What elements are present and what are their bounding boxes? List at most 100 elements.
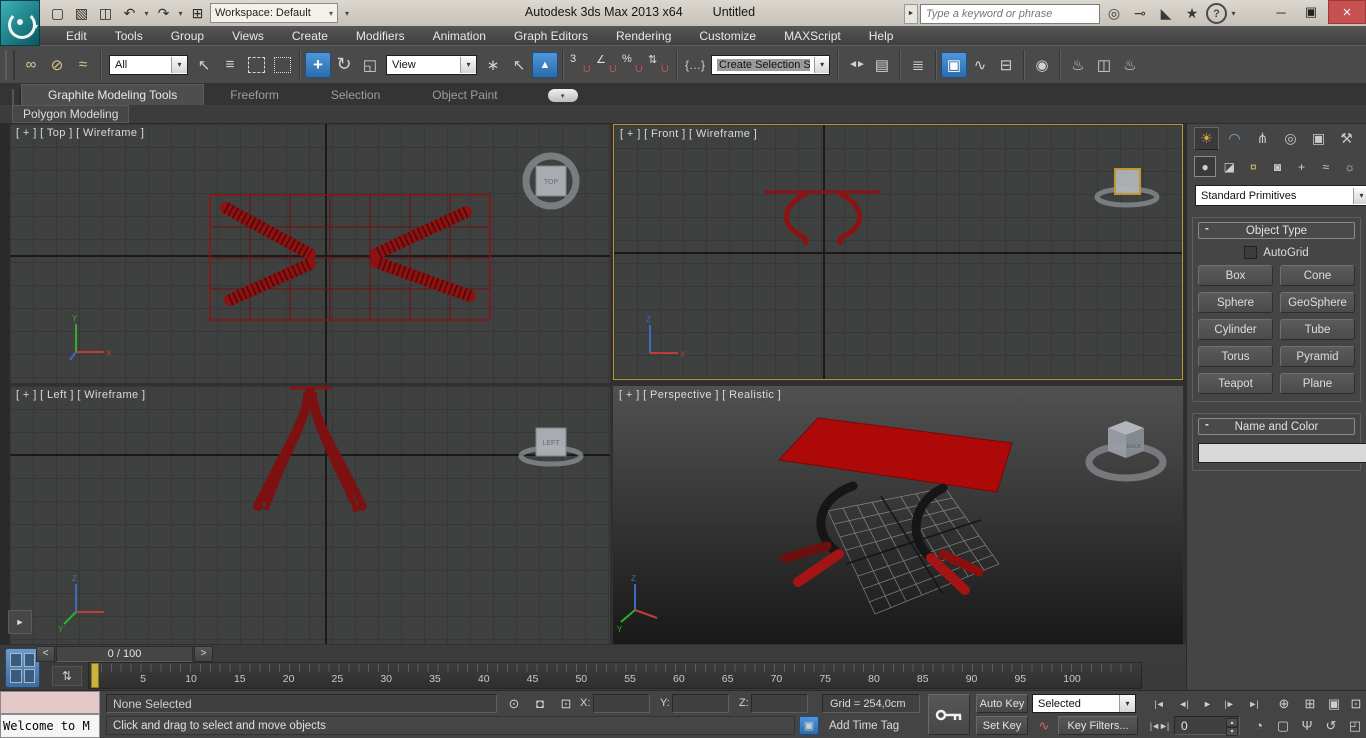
time-slider-marker[interactable]	[91, 663, 99, 688]
selection-filter-dropdown[interactable]: All ▾	[109, 54, 188, 75]
name-and-color-rollout-header[interactable]: - Name and Color	[1198, 418, 1355, 435]
menu-create[interactable]: Create	[278, 29, 342, 43]
viewcube-back-face[interactable]: BACK	[1127, 444, 1142, 450]
lights-category-icon[interactable]: ¤	[1242, 156, 1264, 177]
viewport-front[interactable]: [ + ] [ Front ] [ Wireframe ] ZX	[613, 124, 1183, 380]
utilities-tab-icon[interactable]: ⚒	[1334, 127, 1359, 150]
time-configuration-icon[interactable]: ◔	[1248, 716, 1270, 735]
maximize-viewport-toggle-icon[interactable]: ◰	[1344, 716, 1366, 735]
new-file-icon[interactable]: ▢	[46, 3, 69, 24]
ribbon-drag-handle[interactable]	[12, 89, 21, 105]
plane-button[interactable]: Plane	[1280, 373, 1355, 394]
open-mini-curve-editor-icon[interactable]: ⇅	[52, 666, 82, 686]
percent-snap-toggle-icon[interactable]: % ∩	[620, 52, 646, 78]
field-of-view-icon[interactable]: ▢	[1272, 716, 1294, 735]
snap-toggle-3d-icon[interactable]: 3 ∩	[568, 52, 594, 78]
favorites-star-icon[interactable]: ★	[1180, 4, 1204, 24]
zoom-extents-all-icon[interactable]: ⊡	[1346, 694, 1366, 713]
current-frame-field[interactable]: 0 ▴ ▾	[1174, 716, 1240, 736]
viewport-top[interactable]: [ + ] [ Top ] [ Wireframe ] TOP Y X	[10, 124, 610, 383]
menu-modifiers[interactable]: Modifiers	[342, 29, 419, 43]
layer-manager-icon[interactable]: ≣	[905, 52, 931, 78]
mirror-icon[interactable]: ◄►	[843, 52, 869, 78]
modify-tab-icon[interactable]: ◠	[1222, 127, 1247, 150]
cone-button[interactable]: Cone	[1280, 265, 1355, 286]
minimize-button[interactable]: ─	[1266, 0, 1296, 24]
auto-key-button[interactable]: Auto Key	[976, 694, 1028, 713]
create-tab-icon[interactable]: ☀	[1194, 127, 1219, 150]
help-dropdown-icon[interactable]: ▾	[1229, 3, 1238, 24]
keyboard-override-toggle-button[interactable]: ▲	[532, 51, 558, 78]
redo-dropdown-icon[interactable]: ▾	[176, 3, 185, 24]
select-and-link-icon[interactable]: ∞	[18, 52, 44, 78]
tab-selection[interactable]: Selection	[305, 85, 406, 105]
communication-center-icon[interactable]: ◣	[1154, 4, 1178, 24]
next-frame-button[interactable]: |►	[1218, 694, 1240, 713]
use-pivot-center-icon[interactable]: ∗	[480, 52, 506, 78]
open-file-icon[interactable]: ▧	[70, 3, 93, 24]
viewport-perspective[interactable]: [ + ] [ Perspective ] [ Realistic ] BACK…	[613, 386, 1183, 644]
ribbon-minimize-icon[interactable]: ▾	[547, 89, 578, 102]
primitive-category-dropdown[interactable]: Standard Primitives ▾	[1195, 185, 1366, 206]
torus-button[interactable]: Torus	[1198, 346, 1273, 367]
spinner-snap-toggle-icon[interactable]: ⇅ ∩	[646, 52, 672, 78]
named-selection-set-dropdown[interactable]: Create Selection Se ▾	[711, 54, 830, 75]
viewport-label[interactable]: [ + ] [ Front ] [ Wireframe ]	[620, 128, 757, 140]
maxscript-mini-listener-macro-line[interactable]	[0, 691, 100, 714]
workspace-flyout-icon[interactable]: ▾	[339, 3, 355, 24]
menu-animation[interactable]: Animation	[419, 29, 500, 43]
help-icon[interactable]: ?	[1206, 3, 1227, 24]
infocenter-collapse-icon[interactable]: ►	[904, 3, 918, 24]
helpers-category-icon[interactable]: +	[1291, 156, 1313, 177]
selection-status-field[interactable]: None Selected	[106, 694, 497, 713]
object-name-input[interactable]	[1198, 443, 1366, 463]
spinner-up-icon[interactable]: ▴	[1226, 718, 1238, 727]
align-icon[interactable]: ▤	[869, 52, 895, 78]
systems-category-icon[interactable]: ☼	[1339, 156, 1361, 177]
set-keys-button[interactable]	[928, 694, 970, 735]
teapot-button[interactable]: Teapot	[1198, 373, 1273, 394]
key-filters-button[interactable]: Key Filters...	[1058, 716, 1138, 735]
select-and-rotate-icon[interactable]: ↻	[331, 52, 357, 78]
key-mode-dropdown[interactable]: Selected ▾	[1032, 694, 1136, 713]
selection-lock-icon[interactable]: ◘	[529, 694, 551, 713]
workspace-dropdown[interactable]: Workspace: Default ▾	[210, 3, 338, 23]
bind-to-space-warp-icon[interactable]: ≈	[70, 52, 96, 78]
set-key-button[interactable]: Set Key	[976, 716, 1028, 735]
toolbar-drag-handle[interactable]	[5, 49, 15, 80]
select-and-move-button[interactable]: +	[305, 51, 331, 78]
menu-help[interactable]: Help	[855, 29, 908, 43]
key-step-toggle-icon[interactable]: |◄►|	[1148, 716, 1170, 735]
select-object-icon[interactable]: ↖	[191, 52, 217, 78]
hierarchy-tab-icon[interactable]: ⋔	[1250, 127, 1275, 150]
close-button[interactable]: ×	[1328, 0, 1366, 24]
viewport-layout-button[interactable]	[5, 648, 40, 688]
geosphere-button[interactable]: GeoSphere	[1280, 292, 1355, 313]
menu-views[interactable]: Views	[218, 29, 278, 43]
z-coordinate-field[interactable]	[751, 694, 808, 713]
menu-edit[interactable]: Edit	[52, 29, 101, 43]
x-coordinate-field[interactable]	[593, 694, 650, 713]
curve-editor-icon[interactable]: ∿	[967, 52, 993, 78]
box-button[interactable]: Box	[1198, 265, 1273, 286]
render-production-icon[interactable]: ♨	[1117, 52, 1143, 78]
spinner-down-icon[interactable]: ▾	[1226, 727, 1238, 736]
orbit-icon[interactable]: ↺	[1320, 716, 1342, 735]
display-tab-icon[interactable]: ▣	[1306, 127, 1331, 150]
autogrid-checkbox[interactable]	[1244, 246, 1258, 259]
previous-frame-step-icon[interactable]: <	[36, 645, 55, 662]
zoom-extents-icon[interactable]: ▣	[1324, 694, 1344, 713]
menu-graph-editors[interactable]: Graph Editors	[500, 29, 602, 43]
y-coordinate-field[interactable]	[672, 694, 729, 713]
edit-named-selection-sets-icon[interactable]: {…}	[682, 52, 708, 78]
search-icon[interactable]: ◎	[1102, 4, 1126, 24]
subscription-key-icon[interactable]: ⊸	[1128, 4, 1152, 24]
menu-rendering[interactable]: Rendering	[602, 29, 685, 43]
play-button[interactable]: ►	[1196, 694, 1218, 713]
toggle-scene-explorer-button[interactable]: ▣	[941, 51, 967, 78]
project-folder-icon[interactable]: ⊞	[186, 3, 209, 24]
space-warps-category-icon[interactable]: ≈	[1315, 156, 1337, 177]
tab-graphite-modeling-tools[interactable]: Graphite Modeling Tools	[21, 84, 205, 105]
redo-icon[interactable]: ↷	[152, 3, 175, 24]
cylinder-button[interactable]: Cylinder	[1198, 319, 1273, 340]
